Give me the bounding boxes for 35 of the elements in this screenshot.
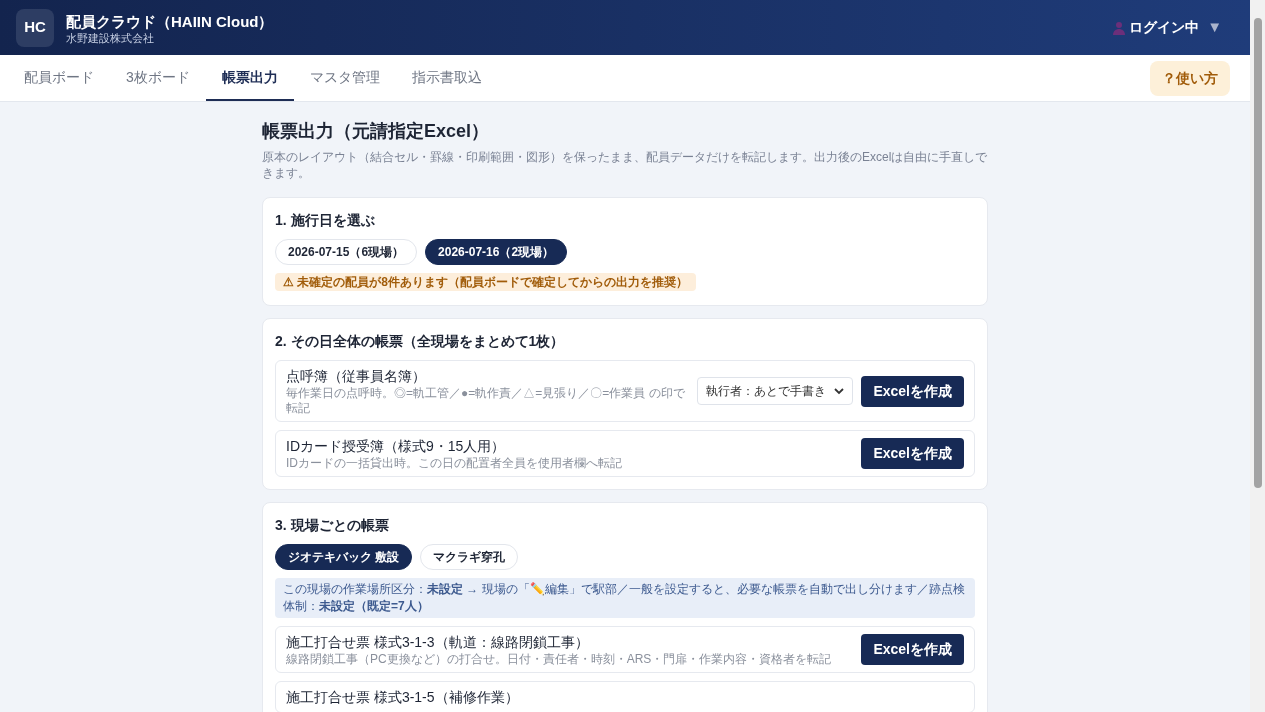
form-title: IDカード授受簿（様式9・15人用） bbox=[286, 437, 507, 456]
date-chip[interactable]: 2026-07-15（6現場） bbox=[275, 239, 418, 265]
section-heading: 2. その日全体の帳票（全現場をまとめて1枚） bbox=[275, 332, 566, 351]
create-excel-button[interactable]: Excelを作成 bbox=[861, 438, 964, 469]
executor-select[interactable]: 執行者：あとで手書き bbox=[697, 377, 854, 405]
nav-tab[interactable]: マスタ管理 bbox=[293, 55, 396, 101]
nav-tab[interactable]: 3枚ボード bbox=[110, 55, 206, 101]
create-excel-button[interactable]: Excelを作成 bbox=[861, 634, 964, 665]
page-title: 帳票出力（元請指定Excel） bbox=[262, 120, 491, 143]
app-title: 配員クラウド（HAIIN Cloud） bbox=[66, 11, 274, 32]
info-message: この現場の作業場所区分：未設定 → 現場の「✏編集」で駅部／一般を設定すると、必要な帳票を自動で出し分けます／跡点検体制：未設定（既定=7人） bbox=[275, 578, 975, 618]
site-chip[interactable]: マクラギ穿孔 bbox=[420, 544, 519, 570]
scrollbar[interactable] bbox=[1250, 0, 1265, 712]
section-heading: 1. 施行日を選ぶ bbox=[275, 211, 376, 230]
form-title: 点呼簿（従事員名簿） bbox=[286, 367, 427, 386]
nav-tab[interactable]: 帳票出力 bbox=[205, 55, 294, 101]
page-description: 原本のレイアウト（結合セル・罫線・印刷範囲・図形）を保ったまま、配員データだけを転記します。出力後のExcelは自由に手直しできます。 bbox=[262, 149, 988, 181]
chevron-icon bbox=[834, 387, 845, 395]
form-title: 施工打合せ票 様式3-1-5（補修作業） bbox=[286, 688, 520, 707]
nav-tab[interactable]: 指示書取込 bbox=[395, 55, 498, 101]
date-chip[interactable]: 2026-07-16（2現場） bbox=[425, 239, 568, 265]
user-icon bbox=[1113, 20, 1126, 35]
site-chip[interactable]: ジオテキバック 敷設 bbox=[275, 544, 413, 570]
logo-badge: HC bbox=[16, 8, 54, 47]
nav-tab[interactable]: 配員ボード bbox=[8, 55, 110, 101]
form-note: IDカードの一括貸出時。この日の配置者全員を使用者欄へ転記 bbox=[286, 456, 623, 471]
form-note: 線路閉鎖工事（PC更換など）の打合せ。日付・責任者・時刻・ARS・門扉・作業内容・資格者を転記 bbox=[286, 652, 833, 667]
warning-message: ⚠ 未確定の配員が8件あります（配員ボードで確定してからの出力を推奨） bbox=[275, 273, 696, 291]
form-title: 施工打合せ票 様式3-1-3（軌道：線路閉鎖工事） bbox=[286, 633, 590, 652]
form-note: 毎作業日の点呼時。◎=軌工管／●=軌作責／△=見張り／〇=作業員 の印で転記 bbox=[286, 386, 686, 416]
company-name: 水野建設株式会社 bbox=[66, 31, 155, 44]
create-excel-button[interactable]: Excelを作成 bbox=[861, 375, 964, 407]
help-button[interactable]: ？使い方 bbox=[1150, 60, 1230, 96]
section-heading: 3. 現場ごとの帳票 bbox=[275, 516, 390, 535]
user-menu[interactable]: ログイン中 ▼ bbox=[1113, 16, 1222, 39]
